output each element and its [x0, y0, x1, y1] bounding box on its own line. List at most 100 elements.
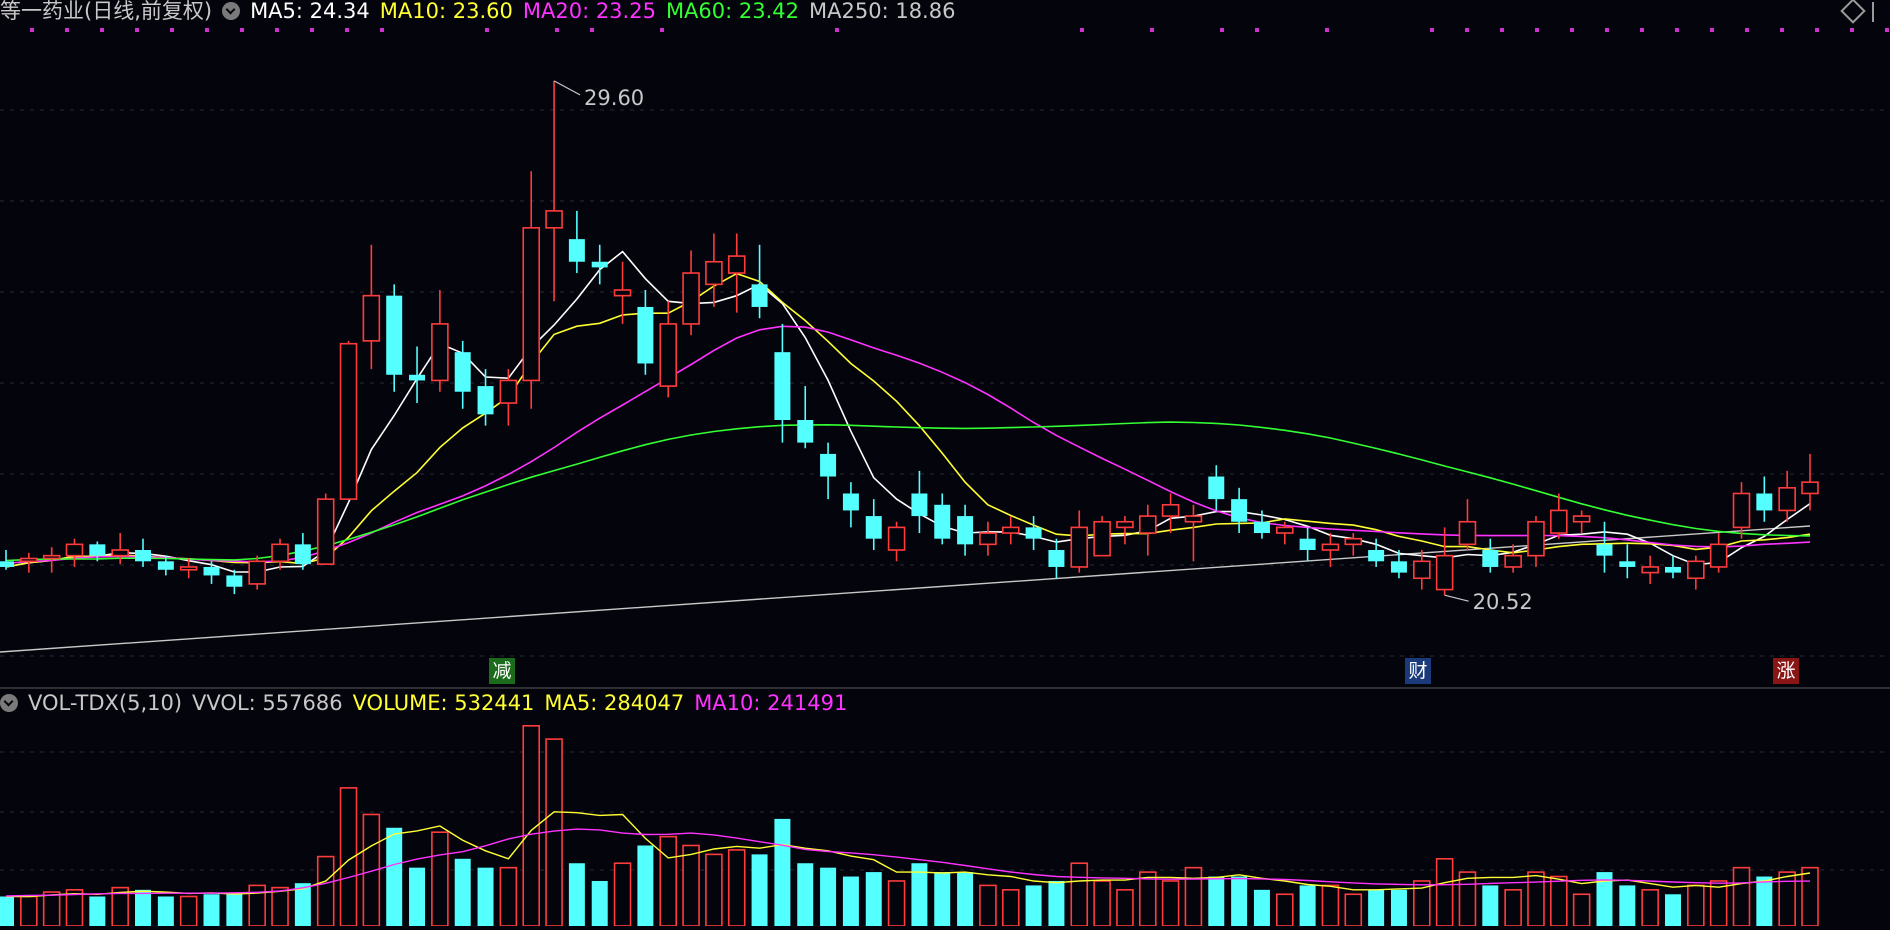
candle[interactable] [295, 533, 311, 570]
candle[interactable] [249, 556, 265, 590]
volume-bar[interactable] [1802, 868, 1818, 926]
candle[interactable] [660, 301, 676, 397]
candle[interactable] [1185, 505, 1201, 562]
candle[interactable] [934, 493, 950, 544]
candle[interactable] [1208, 465, 1224, 510]
candle[interactable] [363, 245, 379, 369]
volume-bar[interactable] [1140, 872, 1156, 926]
candle[interactable] [386, 284, 402, 391]
volume-bar[interactable] [1734, 868, 1750, 926]
candles[interactable] [0, 81, 1818, 595]
candle[interactable] [67, 539, 83, 567]
candle[interactable] [1482, 539, 1498, 573]
candle[interactable] [1117, 516, 1133, 544]
candle[interactable] [729, 233, 745, 312]
collapse-icon[interactable] [222, 2, 240, 20]
candle[interactable] [1619, 544, 1635, 578]
candle[interactable] [135, 539, 151, 567]
volume-bar[interactable] [1528, 872, 1544, 926]
volume-bar[interactable] [592, 881, 608, 926]
volume-bar[interactable] [774, 819, 790, 926]
candle[interactable] [112, 533, 128, 564]
volume-bar[interactable] [797, 863, 813, 926]
volume-bar[interactable] [1505, 890, 1521, 926]
candle[interactable] [1322, 533, 1338, 567]
candle[interactable] [1459, 499, 1475, 550]
candle[interactable] [341, 341, 357, 499]
candle[interactable] [1048, 539, 1064, 579]
candle[interactable] [957, 505, 973, 556]
candle[interactable] [318, 493, 334, 564]
volume-bar[interactable] [44, 892, 60, 926]
candle[interactable] [409, 347, 425, 404]
volume-bar[interactable] [1642, 890, 1658, 926]
volume-bar[interactable] [1208, 877, 1224, 926]
candle[interactable] [889, 522, 905, 562]
volume-bar[interactable] [957, 872, 973, 926]
candle[interactable] [1574, 510, 1590, 533]
volume-bar[interactable] [1551, 877, 1567, 926]
volume-bar[interactable] [1163, 881, 1179, 926]
candle[interactable] [1140, 505, 1156, 556]
volume-bar[interactable] [683, 846, 699, 927]
volume-bar[interactable] [752, 854, 768, 926]
volume-bar[interactable] [1185, 868, 1201, 926]
candle[interactable] [592, 245, 608, 285]
volume-bar[interactable] [1619, 885, 1635, 926]
candle[interactable] [1711, 533, 1727, 573]
event-badge-rise[interactable]: 涨 [1773, 658, 1799, 684]
volume-bar[interactable] [204, 894, 220, 926]
candle[interactable] [980, 522, 996, 556]
volume-bar[interactable] [1003, 890, 1019, 926]
candle[interactable] [683, 250, 699, 335]
volume-bar[interactable] [615, 863, 631, 926]
volume-bar[interactable] [1391, 890, 1407, 926]
volume-bar[interactable] [1459, 872, 1475, 926]
scrollbar-handle[interactable] [1872, 2, 1890, 22]
volume-bar[interactable] [1688, 885, 1704, 926]
volume-bar[interactable] [478, 868, 494, 926]
volume-bar[interactable] [432, 832, 448, 926]
volume-bar[interactable] [980, 885, 996, 926]
candle[interactable] [843, 482, 859, 527]
volume-bar[interactable] [1026, 885, 1042, 926]
volume-bar[interactable] [226, 893, 242, 926]
candle[interactable] [820, 443, 836, 500]
candle[interactable] [546, 81, 562, 301]
volume-bar[interactable] [272, 888, 288, 926]
volume-bar[interactable] [1779, 872, 1795, 926]
volume-bar[interactable] [0, 896, 14, 926]
volume-bar[interactable] [569, 863, 585, 926]
volume-bar[interactable] [1071, 863, 1087, 926]
candle[interactable] [1094, 516, 1110, 556]
volume-bar[interactable] [1300, 885, 1316, 926]
volume-bar[interactable] [1048, 881, 1064, 926]
volume-bar[interactable] [934, 872, 950, 926]
volume-bar[interactable] [386, 828, 402, 926]
candle[interactable] [523, 171, 539, 408]
stock-title[interactable]: 等一药业(日线,前复权) [0, 0, 212, 23]
volume-bar[interactable] [1345, 894, 1361, 926]
candle[interactable] [637, 290, 653, 375]
candle[interactable] [432, 290, 448, 392]
candle[interactable] [1026, 516, 1042, 550]
candle[interactable] [911, 471, 927, 533]
volume-bar[interactable] [1117, 890, 1133, 926]
candle[interactable] [204, 561, 220, 584]
volume-bar[interactable] [1665, 894, 1681, 926]
candle[interactable] [1003, 516, 1019, 544]
candle[interactable] [1779, 471, 1795, 522]
volume-bars[interactable] [0, 726, 1818, 926]
volume-bar[interactable] [500, 868, 516, 926]
volume-bar[interactable] [455, 859, 471, 926]
volume-bar[interactable] [1756, 877, 1772, 926]
candle[interactable] [1071, 510, 1087, 572]
candle[interactable] [866, 499, 882, 550]
candle[interactable] [1756, 477, 1772, 522]
volume-bar[interactable] [843, 877, 859, 926]
volume-bar[interactable] [1322, 885, 1338, 926]
volume-bar[interactable] [1094, 881, 1110, 926]
candle[interactable] [1163, 493, 1179, 533]
volume-indicator-name[interactable]: VOL-TDX(5,10) [28, 691, 182, 715]
candle[interactable] [1300, 527, 1316, 561]
